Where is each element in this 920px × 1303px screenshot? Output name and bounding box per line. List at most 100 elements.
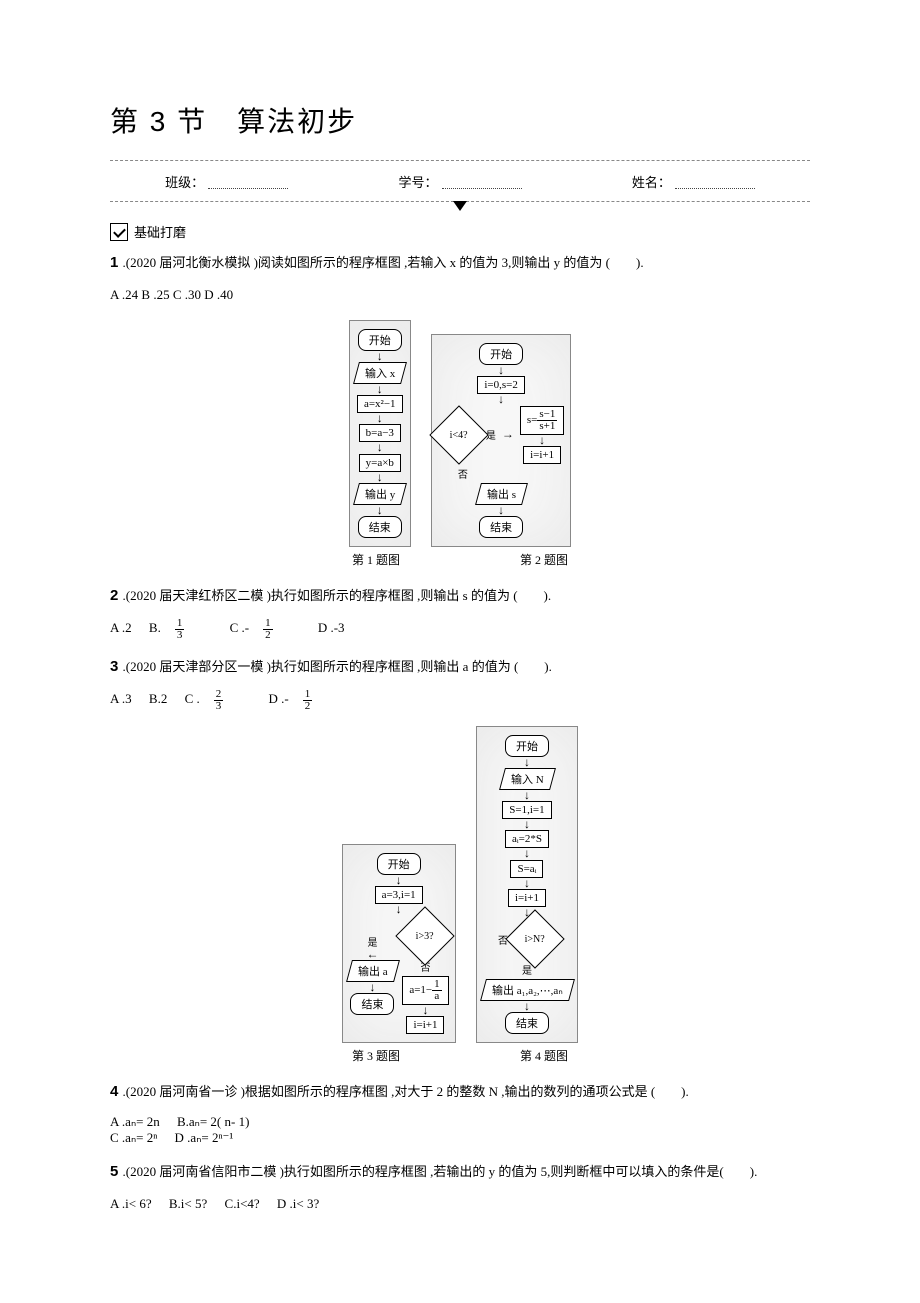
option-b: B.aₙ= 2( n- 1)	[177, 1114, 249, 1129]
arrow-icon: ↓	[369, 984, 375, 991]
question-5: 5 .(2020 届河南省信阳市二模 )执行如图所示的程序框图 ,若输出的 y …	[110, 1160, 810, 1184]
process-node: S=aᵢ	[510, 860, 543, 878]
option-b: B.13	[149, 620, 212, 635]
q4-text: .(2020 届河南省一诊 )根据如图所示的程序框图 ,对大于 2 的整数 N …	[123, 1084, 689, 1099]
q2-text: .(2020 届天津红桥区二模 )执行如图所示的程序框图 ,则输出 s 的值为 …	[123, 588, 552, 603]
output-node: 输出 a	[346, 960, 400, 982]
start-node: 开始	[505, 735, 549, 757]
q3-text: .(2020 届天津部分区一模 )执行如图所示的程序框图 ,则输出 a 的值为 …	[123, 659, 552, 674]
decision-node: i>N?	[505, 909, 564, 968]
arrow-icon: ↓	[396, 877, 402, 884]
process-node: i=i+1	[523, 446, 561, 464]
q3-number: 3	[110, 658, 123, 675]
option-d: D .aₙ= 2ⁿ⁻¹	[175, 1130, 234, 1145]
arrow-icon: ↓	[524, 792, 530, 799]
end-node: 结束	[358, 516, 402, 538]
arrow-icon: ↓	[524, 880, 530, 887]
end-node: 结束	[479, 516, 523, 538]
triangle-down-icon	[453, 201, 467, 211]
flowchart-2: 开始 ↓ i=0,s=2 ↓ i<4? 是 → s=s−1s+1 ↓ i=i+1…	[431, 334, 571, 547]
arrow-icon: ←	[366, 951, 378, 958]
q1-number: 1	[110, 254, 123, 271]
arrow-icon: ↓	[498, 507, 504, 514]
q3-options: A .3 B.2 C .23 D .-12	[110, 689, 810, 712]
option-c: C .23	[185, 691, 252, 706]
arrow-icon: ↓	[422, 1007, 428, 1014]
name-field: 姓名：	[632, 172, 755, 191]
caption-row-3-4: 第 3 题图 第 4 题图	[110, 1047, 810, 1064]
caption-row-1-2: 第 1 题图 第 2 题图	[110, 551, 810, 568]
flowchart-3: 开始 ↓ a=3,i=1 ↓ 是 ← 输出 a ↓ 结束 i>3? 否 a=1−…	[342, 844, 456, 1044]
question-2: 2 .(2020 届天津红桥区二模 )执行如图所示的程序框图 ,则输出 s 的值…	[110, 584, 810, 608]
question-4: 4 .(2020 届河南省一诊 )根据如图所示的程序框图 ,对大于 2 的整数 …	[110, 1080, 810, 1104]
process-node: s=s−1s+1	[520, 406, 564, 435]
q4-number: 4	[110, 1083, 123, 1100]
flowchart-1: 开始 ↓ 输入 x ↓ a=x²−1 ↓ b=a−3 ↓ y=a×b ↓ 输出 …	[349, 320, 411, 547]
diagram-row-1-2: 开始 ↓ 输入 x ↓ a=x²−1 ↓ b=a−3 ↓ y=a×b ↓ 输出 …	[110, 320, 810, 547]
arrow-icon: →	[502, 431, 514, 438]
process-node: i=i+1	[406, 1016, 444, 1034]
q1-text: .(2020 届河北衡水模拟 )阅读如图所示的程序框图 ,若输入 x 的值为 3…	[123, 255, 644, 270]
decision-node: i<4?	[429, 405, 488, 464]
option-d: D .-12	[269, 691, 341, 706]
flowchart-4: 开始 ↓ 输入 N ↓ S=1,i=1 ↓ aᵢ=2*S ↓ S=aᵢ ↓ i=…	[476, 726, 579, 1043]
student-info-bar: 班级： 学号： 姓名：	[110, 160, 810, 202]
caption-1: 第 1 题图	[352, 551, 400, 568]
diagram-row-3-4: 开始 ↓ a=3,i=1 ↓ 是 ← 输出 a ↓ 结束 i>3? 否 a=1−…	[110, 726, 810, 1043]
input-node: 输入 N	[499, 768, 556, 790]
arrow-icon: ↓	[377, 415, 383, 422]
option-a: A .3	[110, 691, 132, 706]
arrow-icon: ↓	[524, 821, 530, 828]
decision-node: i>3?	[396, 906, 455, 965]
option-c: C.i<4?	[225, 1196, 260, 1211]
arrow-icon: ↓	[396, 906, 402, 913]
arrow-icon: ↓	[377, 507, 383, 514]
start-node: 开始	[377, 853, 421, 875]
start-node: 开始	[358, 329, 402, 351]
start-node: 开始	[479, 343, 523, 365]
caption-4: 第 4 题图	[520, 1047, 568, 1064]
arrow-icon: ↓	[539, 437, 545, 444]
arrow-icon: ↓	[498, 396, 504, 403]
section-label: 基础打磨	[134, 222, 186, 241]
output-node: 输出 a₁,a₂,⋯,aₙ	[480, 979, 575, 1001]
checkbox-icon	[110, 223, 128, 241]
input-node: 输入 x	[353, 362, 407, 384]
option-b: B.2	[149, 691, 167, 706]
q2-number: 2	[110, 587, 123, 604]
section-heading: 基础打磨	[110, 222, 810, 241]
option-a: A .i< 6?	[110, 1196, 152, 1211]
process-node: y=a×b	[359, 454, 401, 472]
option-a: A .aₙ= 2n	[110, 1114, 160, 1129]
option-a: A .2	[110, 620, 132, 635]
arrow-icon: ↓	[377, 386, 383, 393]
output-node: 输出 s	[475, 483, 528, 505]
q5-text: .(2020 届河南省信阳市二模 )执行如图所示的程序框图 ,若输出的 y 的值…	[123, 1164, 758, 1179]
no-label: 否	[458, 466, 468, 481]
output-node: 输出 y	[353, 483, 407, 505]
q5-options: A .i< 6? B.i< 5? C.i<4? D .i< 3?	[110, 1194, 810, 1215]
caption-2: 第 2 题图	[520, 551, 568, 568]
caption-3: 第 3 题图	[352, 1047, 400, 1064]
option-c: C .-12	[230, 620, 301, 635]
page-title: 第 3 节 算法初步	[110, 100, 810, 140]
arrow-icon: ↓	[377, 444, 383, 451]
arrow-icon: ↓	[524, 759, 530, 766]
option-c: C .aₙ= 2ⁿ	[110, 1130, 157, 1145]
arrow-icon: ↓	[524, 1003, 530, 1010]
q1-options: A .24 B .25 C .30 D .40	[110, 285, 810, 306]
id-field: 学号：	[398, 172, 521, 191]
option-d: D .i< 3?	[277, 1196, 319, 1211]
end-node: 结束	[350, 993, 394, 1015]
question-3: 3 .(2020 届天津部分区一模 )执行如图所示的程序框图 ,则输出 a 的值…	[110, 655, 810, 679]
option-b: B.i< 5?	[169, 1196, 207, 1211]
q5-number: 5	[110, 1163, 123, 1180]
q4-options: A .aₙ= 2n B.aₙ= 2( n- 1) C .aₙ= 2ⁿ D .aₙ…	[110, 1114, 810, 1146]
question-1: 1 .(2020 届河北衡水模拟 )阅读如图所示的程序框图 ,若输入 x 的值为…	[110, 251, 810, 275]
class-field: 班级：	[165, 172, 288, 191]
q2-options: A .2 B.13 C .-12 D .-3	[110, 618, 810, 641]
process-node: a=1−1a	[402, 976, 448, 1005]
end-node: 结束	[505, 1012, 549, 1034]
arrow-icon: ↓	[498, 367, 504, 374]
option-d: D .-3	[318, 620, 345, 635]
